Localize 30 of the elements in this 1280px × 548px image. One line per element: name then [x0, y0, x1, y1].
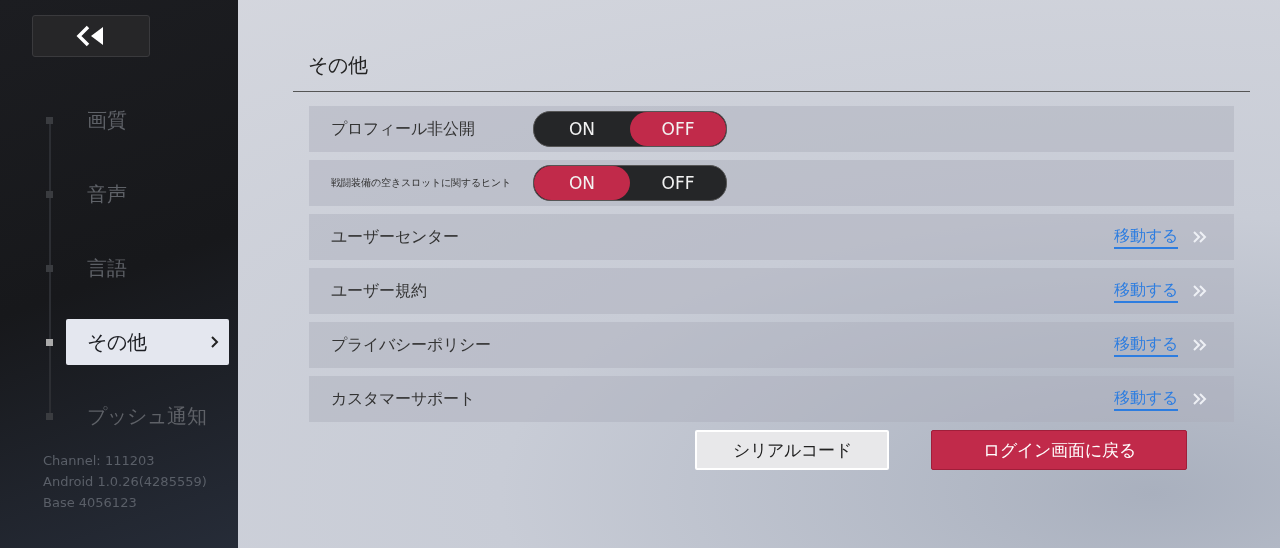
nav-item[interactable]: プッシュ通知: [66, 393, 229, 439]
back-icon: [76, 25, 106, 47]
setting-label: 戦闘装備の空きスロットに関するヒント: [331, 176, 512, 190]
double-chevron-icon: [1192, 285, 1208, 297]
return-button[interactable]: ログイン画面に戻る: [931, 430, 1187, 470]
setting-label: カスタマーサポート: [331, 388, 476, 410]
toggle-switch[interactable]: ON OFF: [533, 165, 727, 201]
off-option[interactable]: OFF: [630, 112, 726, 146]
nav-item[interactable]: 音声: [66, 171, 229, 217]
setting-label: プロフィール非公開: [331, 118, 476, 140]
setting-label: ユーザーセンター: [331, 226, 460, 248]
double-chevron-icon: [1192, 339, 1208, 351]
version-text: Android 1.0.26(4285559): [43, 474, 208, 490]
off-option[interactable]: OFF: [630, 166, 726, 200]
double-chevron-icon: [1192, 393, 1208, 405]
back-button[interactable]: [32, 15, 150, 57]
setting-label: プライバシーポリシー: [331, 334, 492, 356]
chevron-icon: [211, 336, 219, 348]
version-text: Channel: 111203: [43, 453, 156, 469]
nav-item[interactable]: 言語: [66, 245, 229, 291]
double-chevron-icon: [1192, 231, 1208, 243]
on-option[interactable]: ON: [534, 166, 630, 200]
version-text: Base 4056123: [43, 495, 138, 511]
nav-item[interactable]: 画質: [66, 97, 229, 143]
section-title: その他: [308, 52, 369, 79]
nav-item[interactable]: その他: [66, 319, 229, 365]
setting-label: ユーザー規約: [331, 280, 428, 302]
toggle-switch[interactable]: ON OFF: [533, 111, 727, 147]
serial-code-button[interactable]: シリアルコード: [695, 430, 889, 470]
on-option[interactable]: ON: [534, 112, 630, 146]
